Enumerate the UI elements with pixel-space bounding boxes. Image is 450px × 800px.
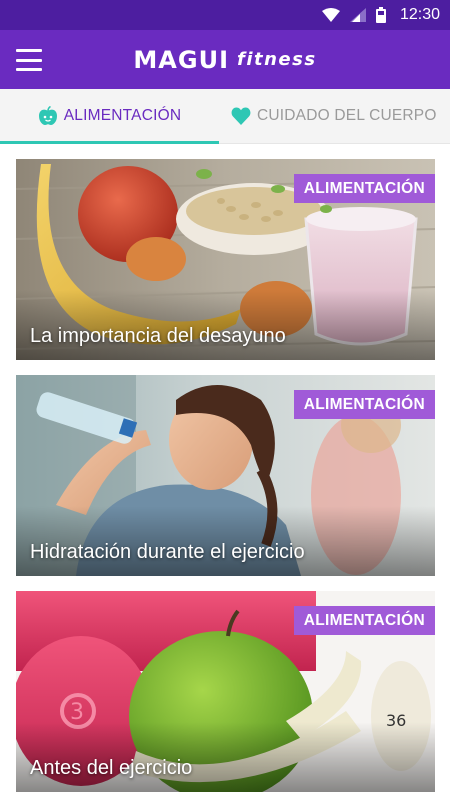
article-card[interactable]: ALIMENTACIÓN Hidratación durante el ejer…	[16, 375, 435, 576]
article-title: Antes del ejercicio	[30, 757, 193, 779]
article-title: La importancia del desayuno	[30, 325, 286, 347]
article-card[interactable]: ALIMENTACIÓN La importancia del desayuno	[16, 159, 435, 360]
article-title: Hidratación durante el ejercicio	[30, 541, 305, 563]
battery-icon	[375, 7, 386, 23]
status-bar: 12:30	[0, 0, 450, 30]
category-badge: ALIMENTACIÓN	[293, 390, 435, 419]
tab-cuidado-del-cuerpo[interactable]: CUIDADO DEL CUERPO	[219, 89, 450, 143]
app-bar: MAGUI fitness	[0, 30, 450, 89]
article-card[interactable]: 3 36 ALIMENTACIÓN Antes del ejercicio	[16, 591, 435, 792]
apple-icon	[38, 106, 57, 125]
brand-name: MAGUI	[133, 45, 229, 74]
category-tabs: ALIMENTACIÓN CUIDADO DEL CUERPO	[0, 89, 450, 144]
tab-alimentacion[interactable]: ALIMENTACIÓN	[0, 89, 219, 144]
status-time: 12:30	[399, 6, 440, 23]
category-badge: ALIMENTACIÓN	[293, 606, 435, 635]
app-logo: MAGUI fitness	[0, 30, 450, 89]
cell-signal-icon	[349, 8, 366, 22]
category-badge: ALIMENTACIÓN	[293, 174, 435, 203]
heart-icon	[231, 107, 251, 125]
tab-label: ALIMENTACIÓN	[63, 107, 182, 124]
brand-subtitle: fitness	[237, 49, 317, 70]
hamburger-menu-icon[interactable]	[16, 49, 42, 71]
article-feed: ALIMENTACIÓN La importancia del desayuno	[16, 159, 435, 800]
tab-label: CUIDADO DEL CUERPO	[257, 107, 437, 124]
wifi-icon	[321, 8, 340, 22]
